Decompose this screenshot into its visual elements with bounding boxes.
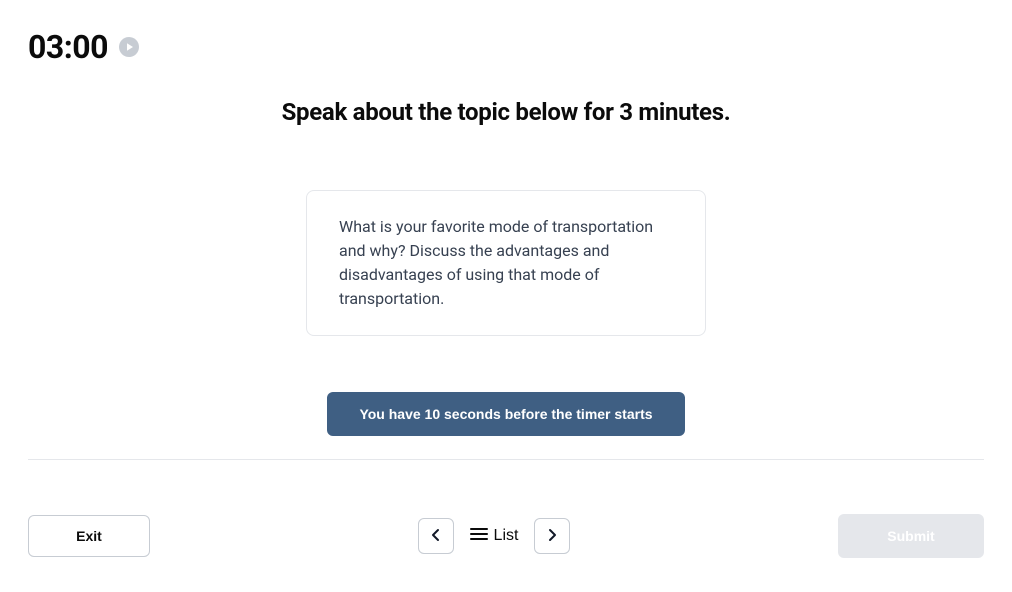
page-title: Speak about the topic below for 3 minute… xyxy=(28,98,984,126)
timer-row: 03:00 xyxy=(28,28,984,66)
play-icon[interactable] xyxy=(118,36,140,58)
prev-button[interactable] xyxy=(418,518,454,554)
topic-prompt: What is your favorite mode of transporta… xyxy=(339,215,673,311)
timer-value: 03:00 xyxy=(28,28,108,66)
footer: Exit List xyxy=(28,514,984,558)
list-label: List xyxy=(494,527,519,545)
next-button[interactable] xyxy=(534,518,570,554)
footer-divider xyxy=(28,459,984,460)
nav-group: List xyxy=(418,518,571,554)
list-button[interactable]: List xyxy=(466,521,523,552)
topic-card: What is your favorite mode of transporta… xyxy=(306,190,706,336)
list-icon xyxy=(470,527,488,546)
chevron-right-icon xyxy=(545,528,559,545)
exit-button[interactable]: Exit xyxy=(28,515,150,557)
submit-button[interactable]: Submit xyxy=(838,514,984,558)
chevron-left-icon xyxy=(429,528,443,545)
countdown-status: You have 10 seconds before the timer sta… xyxy=(327,392,685,436)
